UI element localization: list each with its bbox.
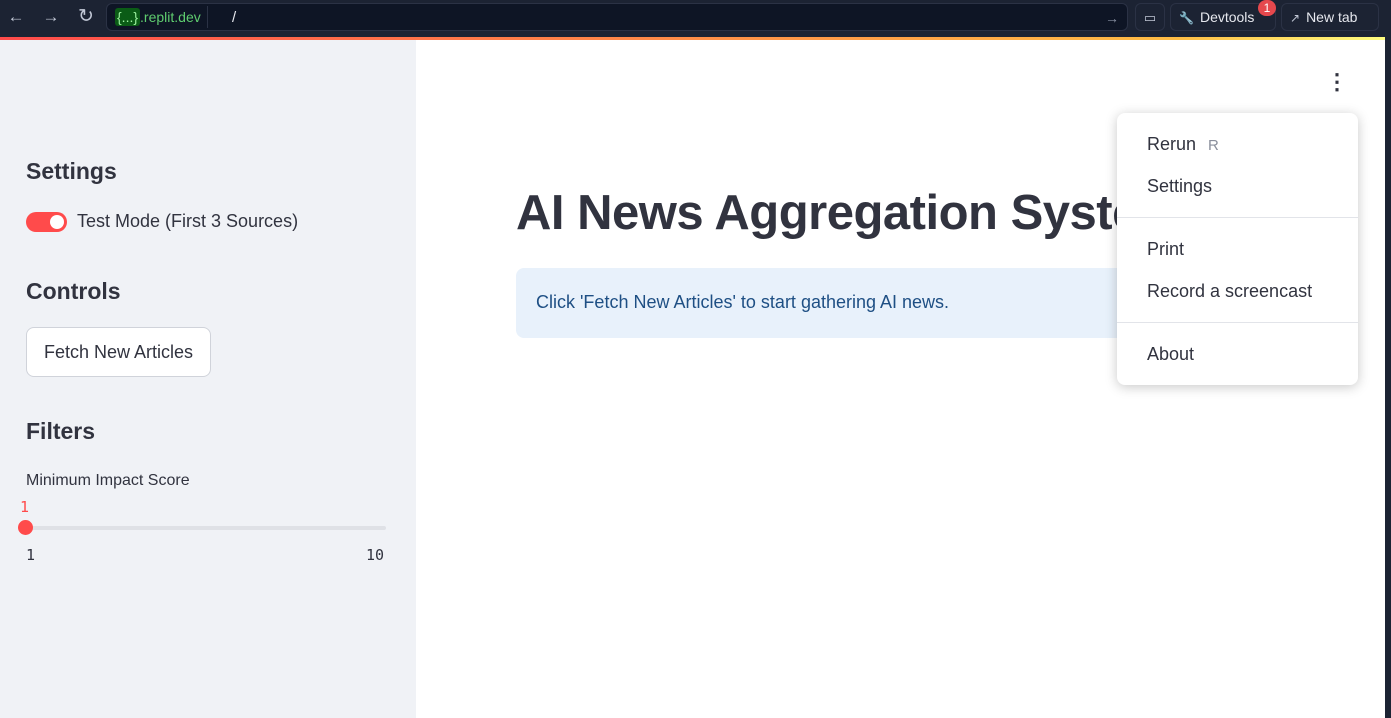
back-icon[interactable]: ← [4,6,28,28]
forward-icon[interactable]: → [39,6,63,28]
monitor-icon: ▭ [1143,10,1157,25]
menu-divider [1117,322,1358,323]
impact-slider-max: 10 [366,546,385,564]
impact-slider-thumb[interactable] [18,520,33,535]
info-alert-text: Click 'Fetch New Articles' to start gath… [536,292,950,312]
menu-item-record-screencast[interactable]: Record a screencast [1147,281,1312,302]
kebab-icon: ⋮ [1326,69,1348,94]
url-bar[interactable]: {...} .replit.dev / → [106,3,1128,31]
url-host: {...} .replit.dev [109,6,208,28]
new-tab-button[interactable]: ↗ New tab [1281,3,1379,31]
wrench-icon: 🔧 [1179,11,1194,25]
test-mode-label[interactable]: Test Mode (First 3 Sources) [77,211,298,232]
toggle-knob [50,215,64,229]
external-link-icon: ↗ [1290,11,1301,25]
devtools-count-badge: 1 [1258,0,1276,16]
impact-slider-label: Minimum Impact Score [26,472,190,489]
page-title: AI News Aggregation System [516,186,1182,240]
menu-item-print[interactable]: Print [1147,239,1184,260]
menu-item-rerun[interactable]: Rerun R [1147,134,1219,155]
controls-heading: Controls [26,278,121,304]
menu-divider [1117,217,1358,218]
url-host-domain: .replit.dev [140,9,201,25]
menu-item-settings[interactable]: Settings [1147,176,1212,197]
main-menu-dropdown: Rerun R Settings Print Record a screencas… [1117,113,1358,385]
window-edge [1385,37,1391,718]
menu-item-shortcut: R [1208,137,1219,154]
filters-heading: Filters [26,418,96,444]
sidebar: Settings Test Mode (First 3 Sources) Con… [0,40,416,718]
arrow-right-icon[interactable]: → [1105,7,1119,29]
devtools-label: Devtools [1199,9,1255,25]
monitor-button[interactable]: ▭ [1135,3,1165,31]
impact-slider-track[interactable] [26,526,386,530]
main-menu-button[interactable]: ⋮ [1326,68,1348,96]
url-path[interactable]: / [232,7,236,29]
impact-slider-min: 1 [26,546,36,564]
url-host-badge: {...} [115,8,141,26]
settings-heading: Settings [26,158,117,184]
menu-item-label: Rerun [1147,134,1197,154]
reload-icon[interactable]: ↻ [74,6,98,28]
test-mode-toggle[interactable] [26,212,67,232]
impact-slider-value: 1 [20,498,30,516]
menu-item-about[interactable]: About [1147,344,1194,365]
browser-toolbar: ← → ↻ {...} .replit.dev / → ▭ 🔧 Devtools 1… [0,0,1391,37]
new-tab-label: New tab [1306,9,1358,25]
fetch-articles-button[interactable]: Fetch New Articles [26,327,211,377]
